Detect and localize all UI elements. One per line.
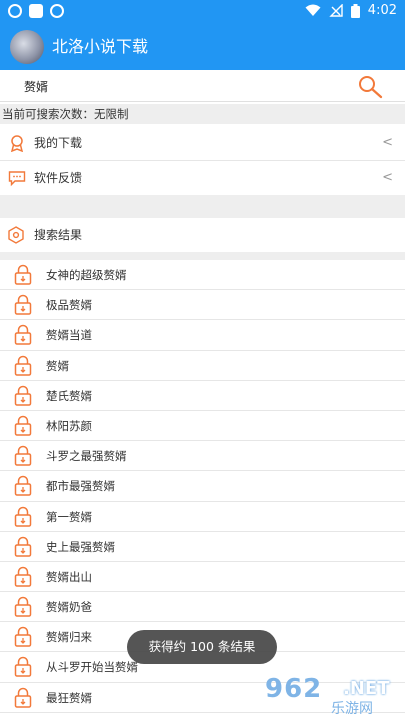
result-list-item[interactable]: 第一赘婿 — [0, 502, 405, 532]
lock-icon — [14, 687, 32, 708]
status-time: 4:02 — [367, 3, 397, 18]
lock-icon — [14, 506, 32, 527]
result-title: 赘婿 — [46, 358, 69, 373]
result-title: 最狂赘婿 — [46, 690, 92, 705]
result-list-item[interactable]: 赘婿奶爸 — [0, 592, 405, 623]
toast-message: 获得约 100 条结果 — [127, 630, 277, 664]
search-results-label: 搜索结果 — [34, 228, 83, 242]
result-title: 斗罗之最强赘婿 — [46, 449, 127, 464]
result-title: 赘婿当道 — [46, 328, 92, 343]
signal-off-icon — [329, 4, 343, 17]
lock-icon — [14, 355, 32, 376]
search-bar: 赘婿 — [0, 70, 405, 104]
status-bar: 4:02 — [0, 0, 405, 24]
app-bar: 北洛小说下载 — [0, 24, 405, 70]
result-list-item[interactable]: 极品赘婿 — [0, 290, 405, 321]
chevron-left-icon: < — [382, 135, 393, 150]
result-title: 楚氏赘婿 — [46, 388, 92, 403]
search-quota: 当前可搜索次数：无限制 — [0, 104, 405, 124]
result-list-item[interactable]: 斗罗之最强赘婿 — [0, 441, 405, 472]
result-title: 从斗罗开始当赘婿 — [46, 660, 138, 675]
lock-icon — [14, 566, 32, 587]
message-icon — [8, 171, 26, 187]
menu-item-label: 我的下载 — [34, 136, 83, 150]
section-gap — [0, 252, 405, 260]
search-icon[interactable] — [356, 74, 384, 100]
notification-icon — [29, 4, 43, 18]
menu-item-feedback[interactable]: 软件反馈 < — [0, 161, 405, 195]
result-title: 女神的超级赘婿 — [46, 268, 127, 282]
ribbon-icon — [10, 135, 24, 152]
watermark-sub: 乐游网 — [331, 701, 373, 717]
watermark-number: 962 — [265, 674, 323, 704]
watermark-logo: 962 .NET 乐游网 — [265, 674, 405, 720]
menu-item-my-downloads[interactable]: 我的下载 < — [0, 126, 405, 160]
result-title: 极品赘婿 — [46, 298, 92, 313]
result-title: 赘婿出山 — [46, 569, 92, 584]
wifi-icon — [305, 4, 321, 16]
lock-icon — [14, 294, 32, 315]
result-list-item[interactable]: 楚氏赘婿 — [0, 381, 405, 411]
result-list-item[interactable]: 史上最强赘婿 — [0, 532, 405, 562]
avatar[interactable] — [10, 30, 44, 64]
notification-icon — [50, 4, 64, 18]
result-list-item[interactable]: 赘婿 — [0, 351, 405, 381]
result-list-item[interactable]: 女神的超级赘婿 — [0, 260, 405, 291]
app-title: 北洛小说下载 — [52, 37, 149, 56]
result-title: 第一赘婿 — [46, 509, 92, 524]
menu-item-label: 软件反馈 — [34, 171, 83, 185]
result-title: 赘婿归来 — [46, 630, 92, 645]
battery-icon — [350, 3, 360, 18]
lock-icon — [14, 476, 32, 497]
notification-icon — [8, 4, 22, 18]
section-gap — [0, 195, 405, 218]
search-results-header: 搜索结果 — [0, 218, 405, 252]
notification-icons — [8, 4, 64, 18]
search-quota-text: 当前可搜索次数：无限制 — [2, 107, 129, 121]
lock-icon — [14, 536, 32, 557]
result-list-item[interactable]: 林阳苏颜 — [0, 411, 405, 442]
lock-icon — [14, 264, 32, 285]
result-title: 都市最强赘婿 — [46, 479, 115, 494]
lock-icon — [14, 596, 32, 617]
watermark-suffix: .NET — [343, 678, 390, 699]
search-divider — [0, 101, 405, 102]
result-title: 赘婿奶爸 — [46, 600, 92, 615]
lock-icon — [14, 325, 32, 346]
lock-icon — [14, 657, 32, 678]
hexagon-icon — [8, 226, 24, 244]
lock-icon — [14, 385, 32, 406]
result-list-item[interactable]: 都市最强赘婿 — [0, 471, 405, 502]
result-list-item[interactable]: 赘婿当道 — [0, 320, 405, 351]
search-input[interactable]: 赘婿 — [24, 70, 48, 104]
lock-icon — [14, 627, 32, 647]
result-list-item[interactable]: 赘婿出山 — [0, 562, 405, 593]
result-title: 史上最强赘婿 — [46, 539, 115, 554]
lock-icon — [14, 445, 32, 466]
result-title: 林阳苏颜 — [46, 418, 92, 433]
chevron-left-icon: < — [382, 170, 393, 185]
lock-icon — [14, 415, 32, 436]
